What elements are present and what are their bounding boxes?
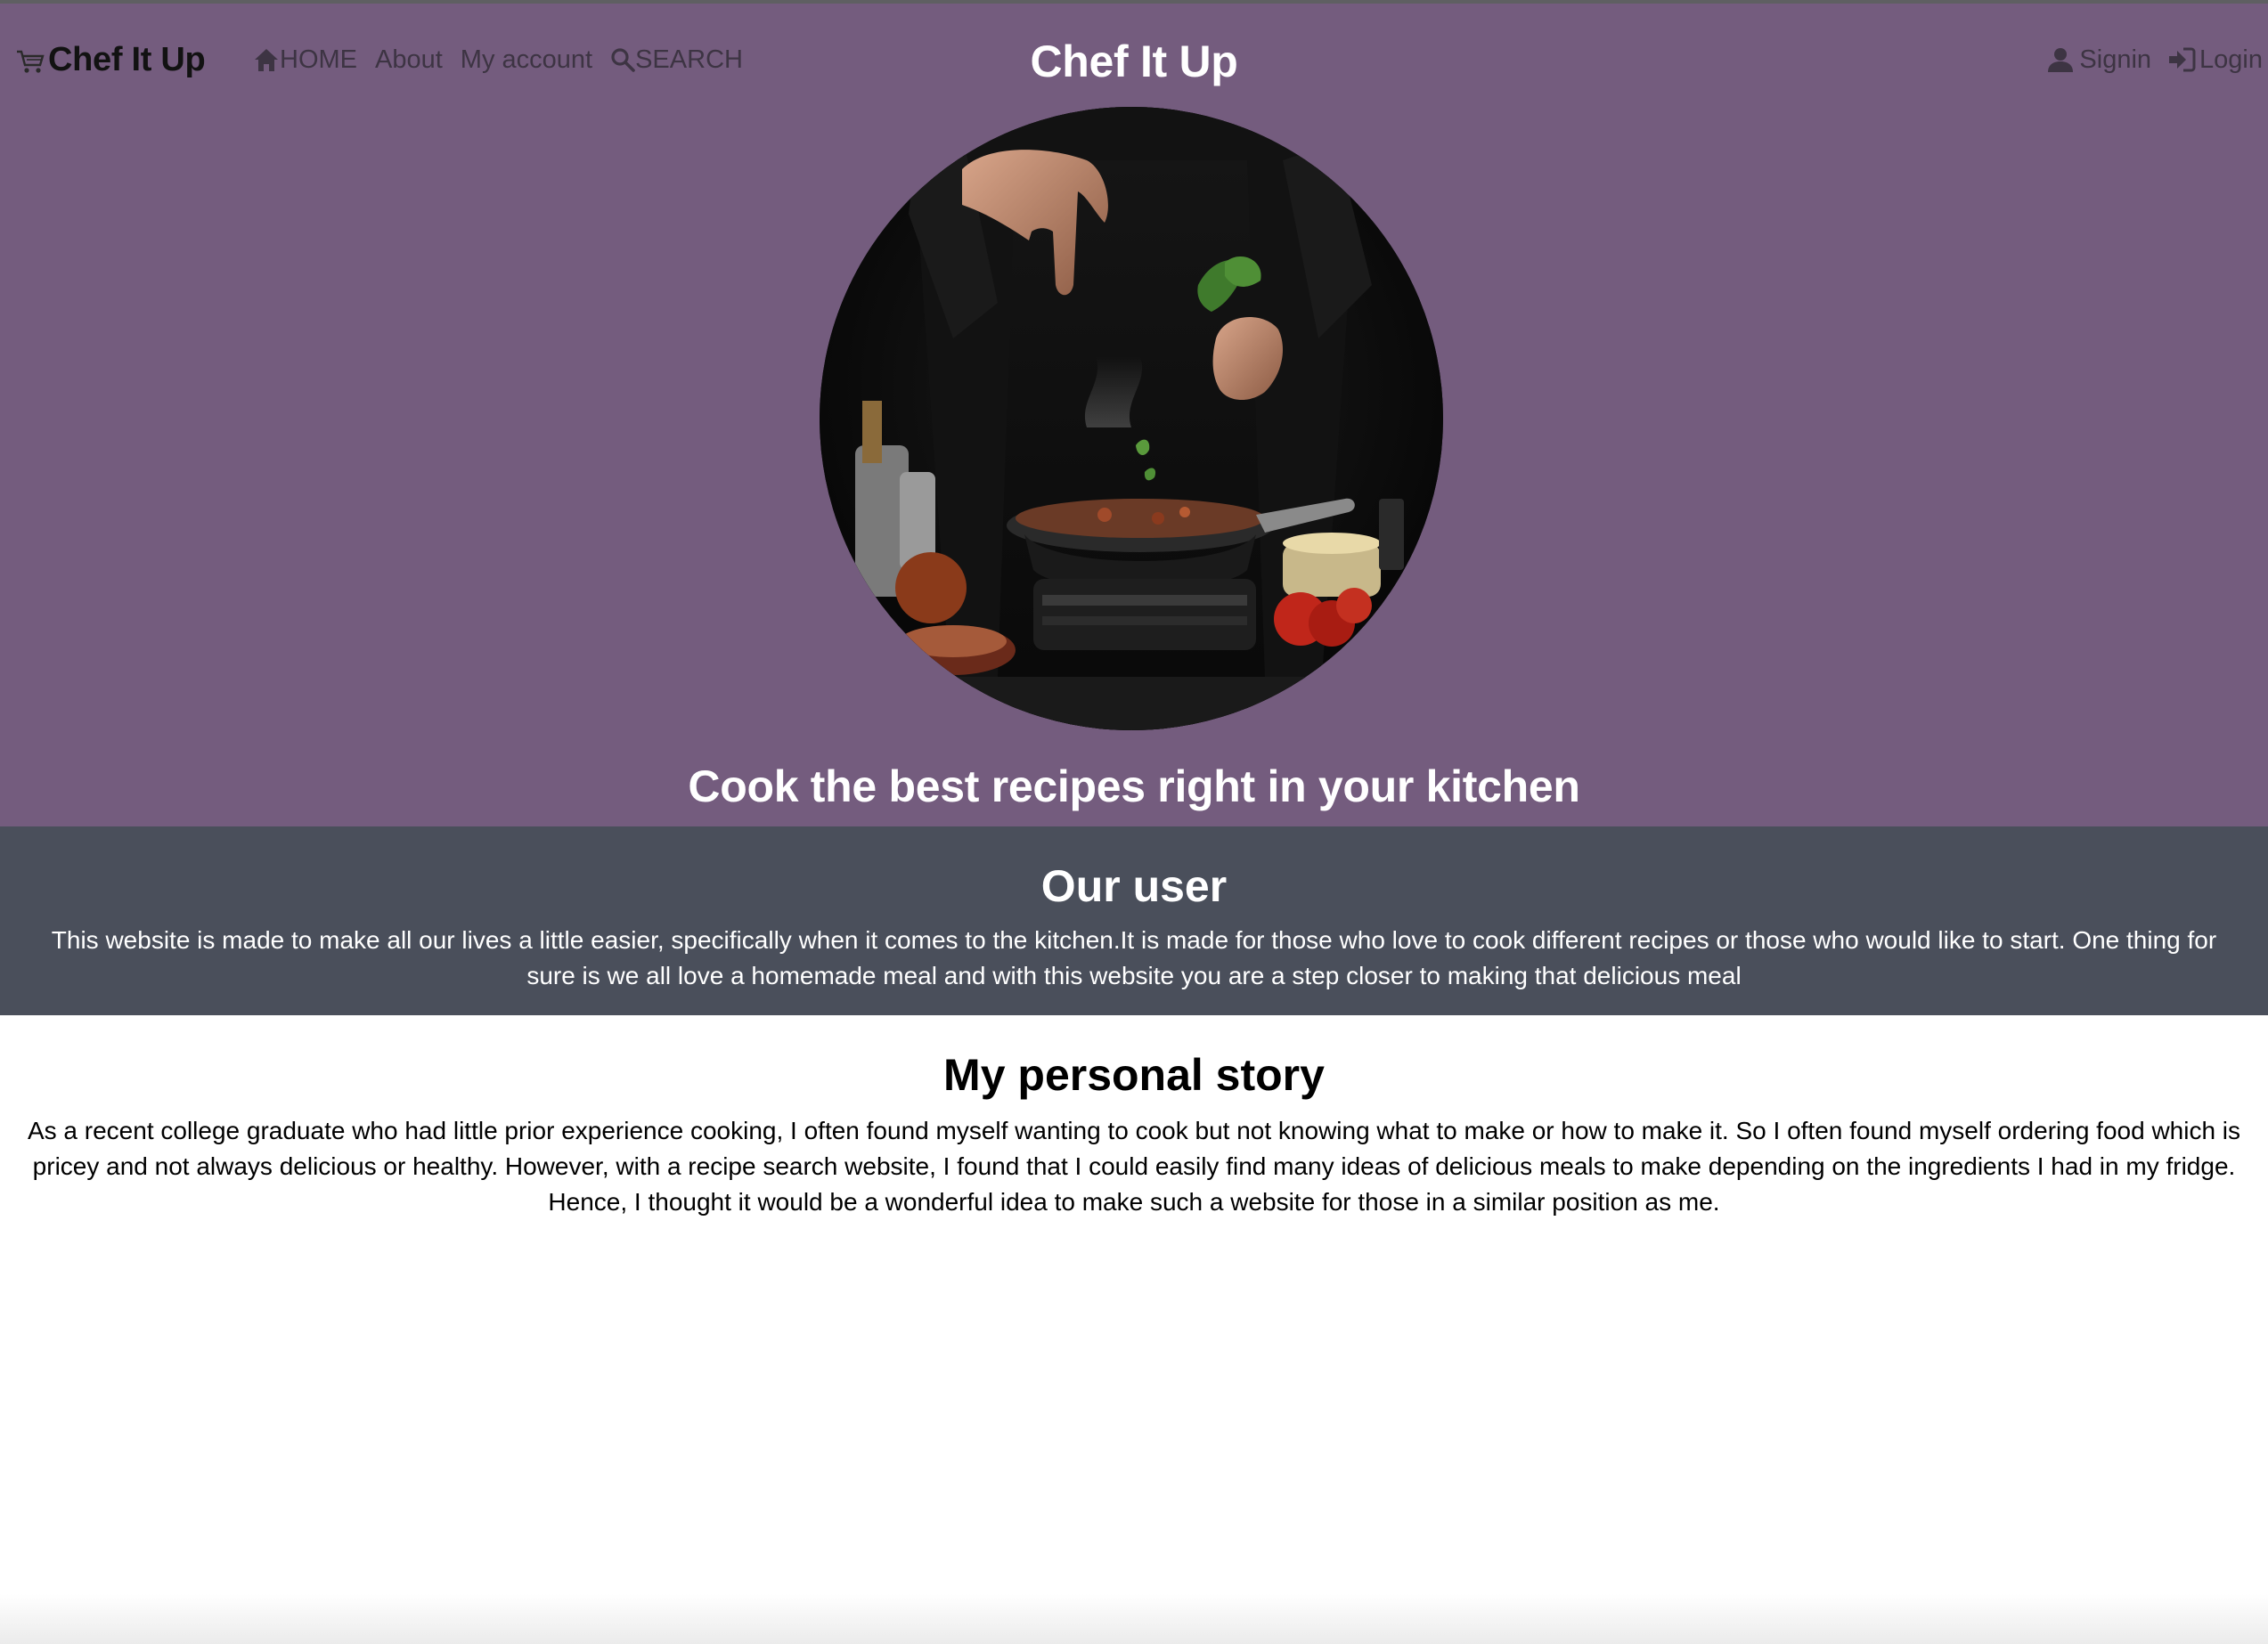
page-bottom-shadow (0, 1594, 2268, 1644)
hero-section: Chef It Up HOME About My account SEARCH (0, 0, 2268, 826)
personal-story-heading: My personal story (943, 1050, 1325, 1100)
hero-title: Chef It Up (1030, 37, 1238, 86)
personal-story-section: My personal story As a recent college gr… (0, 1015, 2268, 1220)
personal-story-text: As a recent college graduate who had lit… (27, 1117, 2241, 1216)
hero-tagline: Cook the best recipes right in your kitc… (688, 761, 1580, 811)
chef-cooking-image (820, 107, 1443, 730)
our-user-heading: Our user (1040, 861, 1228, 911)
our-user-section: Our user This website is made to make al… (0, 826, 2268, 1015)
our-user-text: This website is made to make all our liv… (51, 926, 2217, 989)
